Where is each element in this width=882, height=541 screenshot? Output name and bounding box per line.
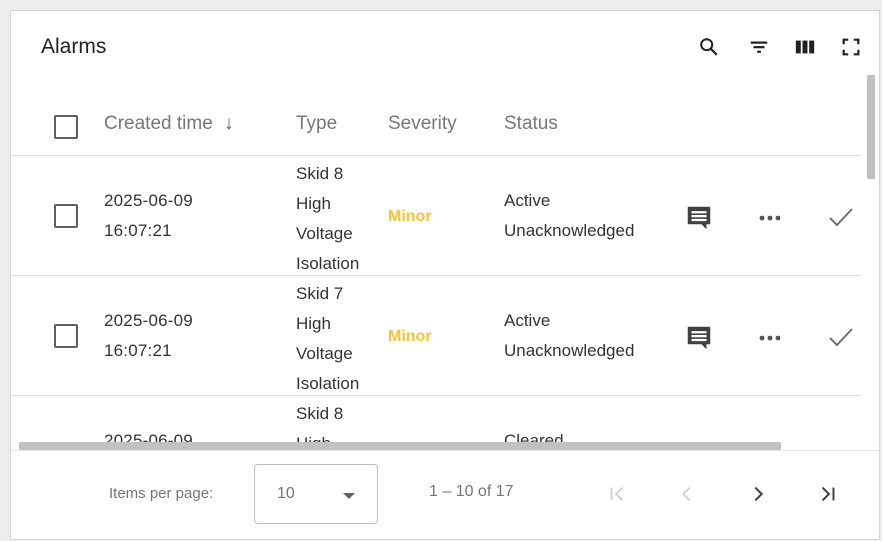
card-title: Alarms: [41, 35, 107, 58]
page-size-value: 10: [277, 485, 295, 502]
filter-icon[interactable]: [747, 35, 771, 59]
comment-icon[interactable]: [683, 322, 715, 354]
chevron-left-icon: [682, 486, 691, 502]
row-checkbox[interactable]: [54, 204, 78, 228]
created-time: 16:07:21: [104, 221, 172, 240]
footer-divider: [11, 450, 879, 451]
first-page-button[interactable]: [603, 481, 631, 507]
page-size-select[interactable]: 10: [254, 464, 378, 524]
sort-arrow-icon: ↓: [224, 113, 234, 134]
status-cell: Active Unacknowledged: [504, 186, 634, 246]
alarms-card: Alarms Created time ↓ Type Severity Stat…: [10, 10, 880, 540]
column-header-created-time[interactable]: Created time ↓: [104, 113, 234, 135]
acknowledge-check-icon[interactable]: [826, 202, 856, 232]
next-page-button[interactable]: [744, 481, 772, 507]
previous-page-button[interactable]: [673, 481, 701, 507]
table-row[interactable]: 2025-06-09 16:07:21 Skid 7 High Voltage …: [11, 276, 861, 396]
search-icon[interactable]: [697, 35, 721, 59]
type-line: Isolation: [296, 374, 360, 393]
status-line: Active: [504, 311, 551, 330]
type-line: Skid 8: [296, 404, 344, 423]
created-time: 16:07:21: [104, 341, 172, 360]
created-time-cell: 2025-06-09 16:07:21: [104, 186, 193, 246]
created-time-cell: 2025-06-09 16:07:21: [104, 306, 193, 366]
columns-icon[interactable]: [793, 35, 817, 59]
created-time-label: Created time: [104, 113, 213, 134]
alarms-table: Created time ↓ Type Severity Status 2025…: [11, 83, 879, 449]
horizontal-scrollbar[interactable]: [19, 442, 781, 450]
status-line: Unacknowledged: [504, 341, 635, 360]
type-line: High: [296, 194, 331, 213]
last-page-icon: [821, 486, 835, 502]
type-line: Voltage: [296, 344, 353, 363]
type-cell: Skid 7 High Voltage Isolation: [296, 279, 386, 399]
fullscreen-icon[interactable]: [839, 35, 863, 59]
type-line: Skid 7: [296, 284, 344, 303]
more-options-icon[interactable]: [755, 204, 785, 232]
comment-icon[interactable]: [683, 202, 715, 234]
type-cell: Skid 8 High Voltage Isolation: [296, 159, 386, 279]
more-options-icon[interactable]: [755, 324, 785, 352]
chevron-right-icon: [754, 486, 764, 502]
last-page-button[interactable]: [814, 481, 842, 507]
column-header-severity[interactable]: Severity: [388, 113, 457, 135]
column-header-type[interactable]: Type: [296, 113, 337, 135]
status-line: Active: [504, 191, 551, 210]
severity-badge: Minor: [388, 328, 432, 345]
severity-badge: Minor: [388, 208, 432, 225]
select-all-checkbox[interactable]: [54, 115, 78, 139]
page-range-label: 1 – 10 of 17: [429, 483, 514, 500]
type-line: High: [296, 314, 331, 333]
items-per-page-label: Items per page:: [109, 485, 214, 502]
row-checkbox[interactable]: [54, 324, 78, 348]
table-row[interactable]: 2025-06-09 16:07:21 Skid 8 High Voltage …: [11, 156, 861, 276]
column-header-status[interactable]: Status: [504, 113, 558, 135]
type-line: Skid 8: [296, 164, 344, 183]
type-line: Isolation: [296, 254, 360, 273]
acknowledge-check-icon[interactable]: [826, 322, 856, 352]
type-line: Voltage: [296, 224, 353, 243]
vertical-scrollbar[interactable]: [867, 75, 875, 179]
dropdown-arrow-icon: [343, 493, 355, 499]
status-line: Unacknowledged: [504, 221, 635, 240]
status-cell: Active Unacknowledged: [504, 306, 634, 366]
first-page-icon: [610, 486, 624, 502]
created-date: 2025-06-09: [104, 311, 193, 330]
created-date: 2025-06-09: [104, 191, 193, 210]
